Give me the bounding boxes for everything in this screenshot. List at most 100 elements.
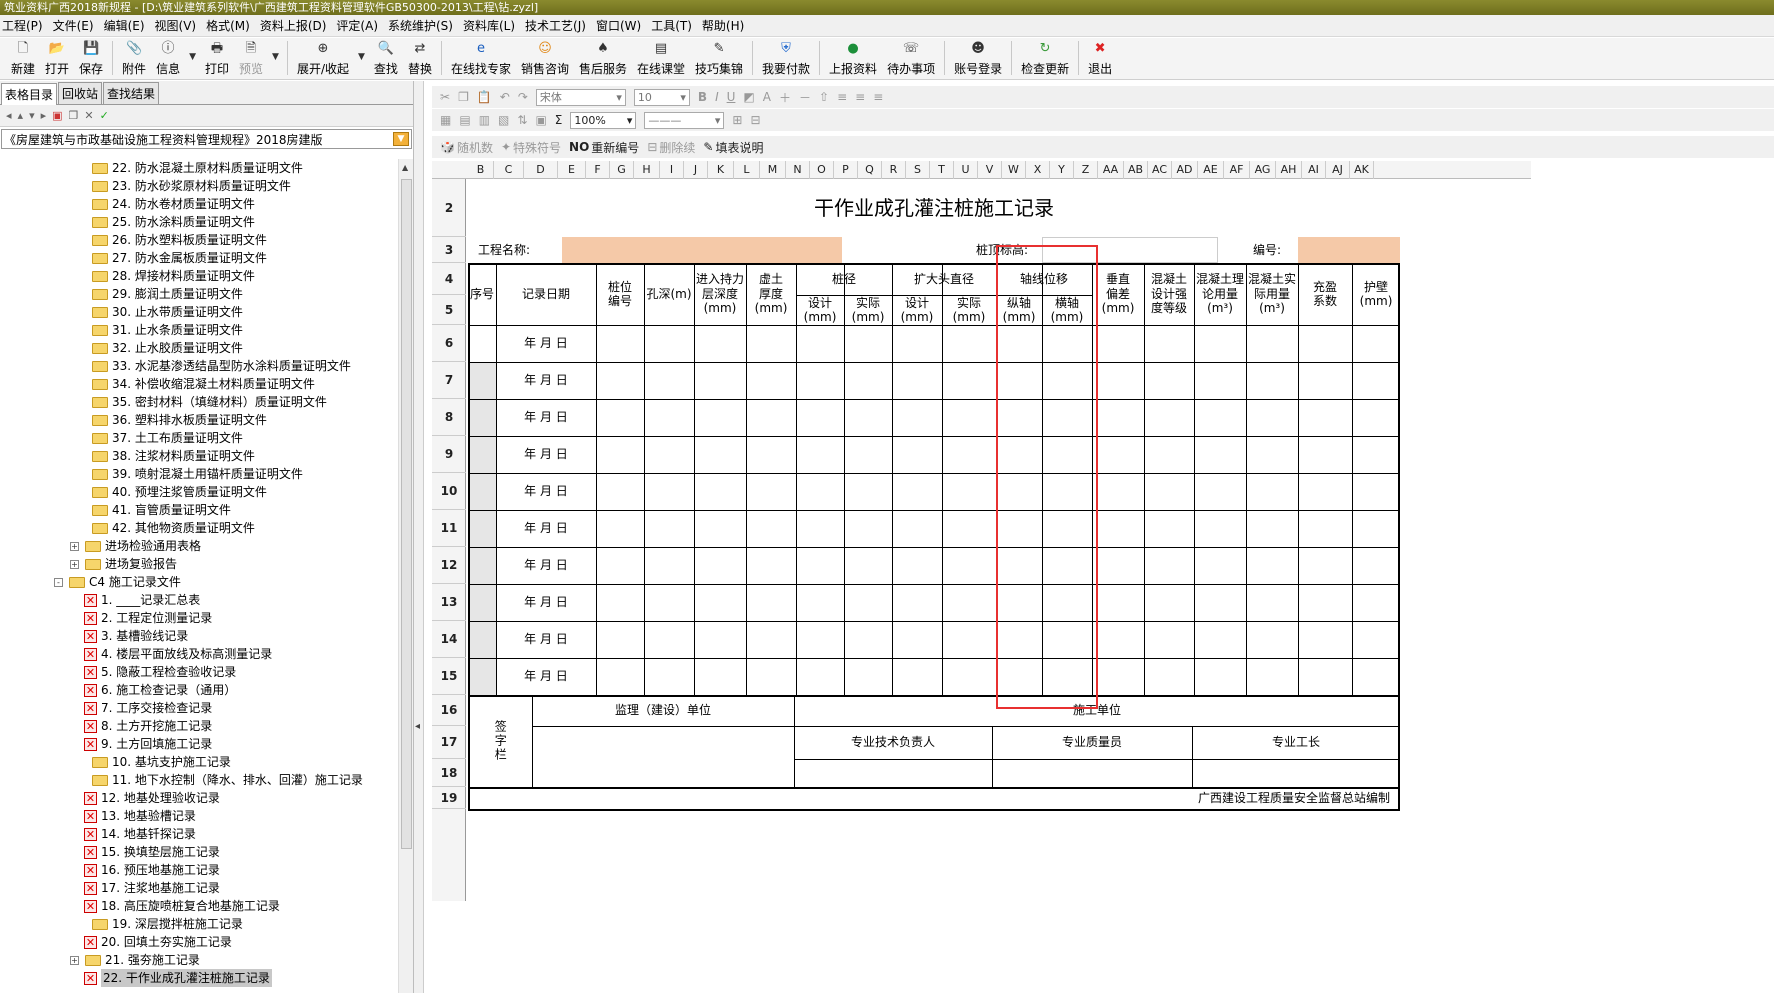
column-header[interactable]: U <box>954 161 978 179</box>
row-header[interactable]: 2 <box>432 179 466 237</box>
tree-item[interactable]: ✕ 20. 回填土夯实施工记录 <box>0 933 398 951</box>
row-header[interactable]: 3 <box>432 237 466 263</box>
tree-item[interactable]: 42. 其他物资质量证明文件 <box>0 519 398 537</box>
form-cell[interactable] <box>695 585 745 620</box>
form-cell[interactable] <box>1353 585 1399 620</box>
form-cell[interactable] <box>597 326 643 361</box>
form-cell[interactable] <box>1195 326 1245 361</box>
column-header[interactable]: AK <box>1350 161 1374 179</box>
tree-item[interactable]: 25. 防水涂料质量证明文件 <box>0 213 398 231</box>
align-right-icon[interactable]: ≡ <box>873 90 883 104</box>
form-cell[interactable] <box>695 659 745 694</box>
menu-item[interactable]: 工程(P) <box>0 17 51 34</box>
add-row-icon[interactable]: ＋ <box>779 89 791 106</box>
column-header[interactable]: E <box>558 161 586 179</box>
form-cell[interactable] <box>1195 474 1245 509</box>
toolbar-button-9[interactable]: ⇄ 替换 <box>403 38 437 77</box>
form-cell[interactable] <box>1353 437 1399 472</box>
form-cell[interactable] <box>845 400 891 435</box>
form-cell[interactable] <box>1195 400 1245 435</box>
column-header[interactable]: X <box>1026 161 1050 179</box>
chevron-down-icon[interactable]: ▼ <box>354 38 369 62</box>
spec-selector[interactable]: 《房屋建筑与市政基础设施工程资料管理规程》2018房建版 ▼ <box>1 129 412 149</box>
form-cell[interactable] <box>893 400 941 435</box>
column-header[interactable]: P <box>834 161 858 179</box>
tree-item[interactable]: 22. 防水混凝土原材料质量证明文件 <box>0 159 398 177</box>
toolbar-button-14[interactable]: ✎ 技巧集锦 <box>690 38 748 77</box>
tree-item[interactable]: ✕ 22. 干作业成孔灌注桩施工记录 <box>0 969 398 987</box>
column-header[interactable]: H <box>634 161 660 179</box>
form-cell[interactable] <box>747 548 795 583</box>
column-header[interactable]: G <box>610 161 634 179</box>
cut-icon[interactable]: ✂ <box>440 90 450 104</box>
expand-toggle-icon[interactable]: - <box>54 577 63 587</box>
tree-item[interactable]: ✕ 17. 注浆地基施工记录 <box>0 879 398 897</box>
tree-item[interactable]: ✕ 9. 土方回填施工记录 <box>0 735 398 753</box>
form-cell[interactable] <box>645 511 693 546</box>
toolbar-button-4[interactable]: ⓘ 信息 <box>151 38 185 77</box>
toolbar-button-2[interactable]: 💾 保存 <box>74 38 108 77</box>
toolbar-button-3[interactable]: 📎 附件 <box>117 38 151 77</box>
tree-item[interactable]: 23. 防水砂浆原材料质量证明文件 <box>0 177 398 195</box>
form-cell[interactable] <box>1195 585 1245 620</box>
tree-item[interactable]: ✕ 1. ____记录汇总表 <box>0 591 398 609</box>
tree-item[interactable]: 36. 塑料排水板质量证明文件 <box>0 411 398 429</box>
sidebar-tab[interactable]: 查找结果 <box>103 82 160 104</box>
menu-item[interactable]: 格式(M) <box>204 17 258 34</box>
tree-item[interactable]: 11. 地下水控制（降水、排水、回灌）施工记录 <box>0 771 398 789</box>
menu-item[interactable]: 资料库(L) <box>461 17 523 34</box>
form-cell[interactable] <box>1353 363 1399 398</box>
sigma-icon[interactable]: Σ <box>555 113 563 127</box>
form-cell[interactable] <box>943 326 995 361</box>
action-button-2[interactable]: NO 重新编号 <box>569 139 639 156</box>
form-cell[interactable] <box>645 474 693 509</box>
bold-icon[interactable]: B <box>698 90 707 104</box>
arrow-right-icon[interactable]: ▸ <box>41 109 47 122</box>
form-cell[interactable] <box>597 622 643 657</box>
size-combo[interactable]: 10 ▾ <box>633 88 690 106</box>
sidebar-tab[interactable]: 回收站 <box>58 82 103 104</box>
undo-icon[interactable]: ↶ <box>500 90 510 104</box>
form-cell[interactable] <box>645 400 693 435</box>
toolbar-button-8[interactable]: 🔍 查找 <box>369 38 403 77</box>
menu-item[interactable]: 评定(A) <box>334 17 386 34</box>
column-header[interactable]: L <box>734 161 760 179</box>
form-cell[interactable] <box>645 548 693 583</box>
exit-button[interactable]: ✖ 退出 <box>1083 38 1117 77</box>
form-cell[interactable] <box>845 585 891 620</box>
column-header[interactable]: AD <box>1172 161 1198 179</box>
column-header[interactable]: AA <box>1098 161 1124 179</box>
form-cell[interactable] <box>695 400 745 435</box>
form-cell[interactable] <box>1093 326 1143 361</box>
form-cell[interactable] <box>845 659 891 694</box>
sort-icon[interactable]: ⇅ <box>517 113 527 127</box>
row-header[interactable]: 11 <box>432 510 466 547</box>
form-cell[interactable] <box>1353 326 1399 361</box>
form-cell[interactable] <box>695 548 745 583</box>
row-header[interactable]: 10 <box>432 473 466 510</box>
remove-row-icon[interactable]: － <box>799 89 811 106</box>
tree-item[interactable]: 32. 止水胶质量证明文件 <box>0 339 398 357</box>
form-cell[interactable] <box>845 437 891 472</box>
tree-item[interactable]: ✕ 2. 工程定位测量记录 <box>0 609 398 627</box>
align-center-icon[interactable]: ≡ <box>855 90 865 104</box>
form-cell[interactable] <box>645 659 693 694</box>
row-header[interactable]: 9 <box>432 436 466 473</box>
form-cell[interactable] <box>747 511 795 546</box>
form-cell[interactable] <box>1353 511 1399 546</box>
column-header[interactable]: W <box>1002 161 1026 179</box>
form-cell[interactable] <box>1247 659 1297 694</box>
arrow-up-icon[interactable]: ▴ <box>18 109 24 122</box>
form-cell[interactable] <box>1145 474 1193 509</box>
toolbar-button-10[interactable]: e 在线找专家 <box>446 38 516 77</box>
form-cell[interactable] <box>797 622 843 657</box>
form-cell[interactable] <box>1195 659 1245 694</box>
column-header[interactable]: T <box>930 161 954 179</box>
form-cell[interactable] <box>1145 363 1193 398</box>
form-cell[interactable] <box>1299 400 1351 435</box>
tree-item[interactable]: ✕ 14. 地基钎探记录 <box>0 825 398 843</box>
tree-item[interactable]: 29. 膨润土质量证明文件 <box>0 285 398 303</box>
chevron-down-icon[interactable]: ▼ <box>393 132 409 146</box>
form-cell[interactable] <box>1353 659 1399 694</box>
column-header[interactable]: N <box>786 161 810 179</box>
